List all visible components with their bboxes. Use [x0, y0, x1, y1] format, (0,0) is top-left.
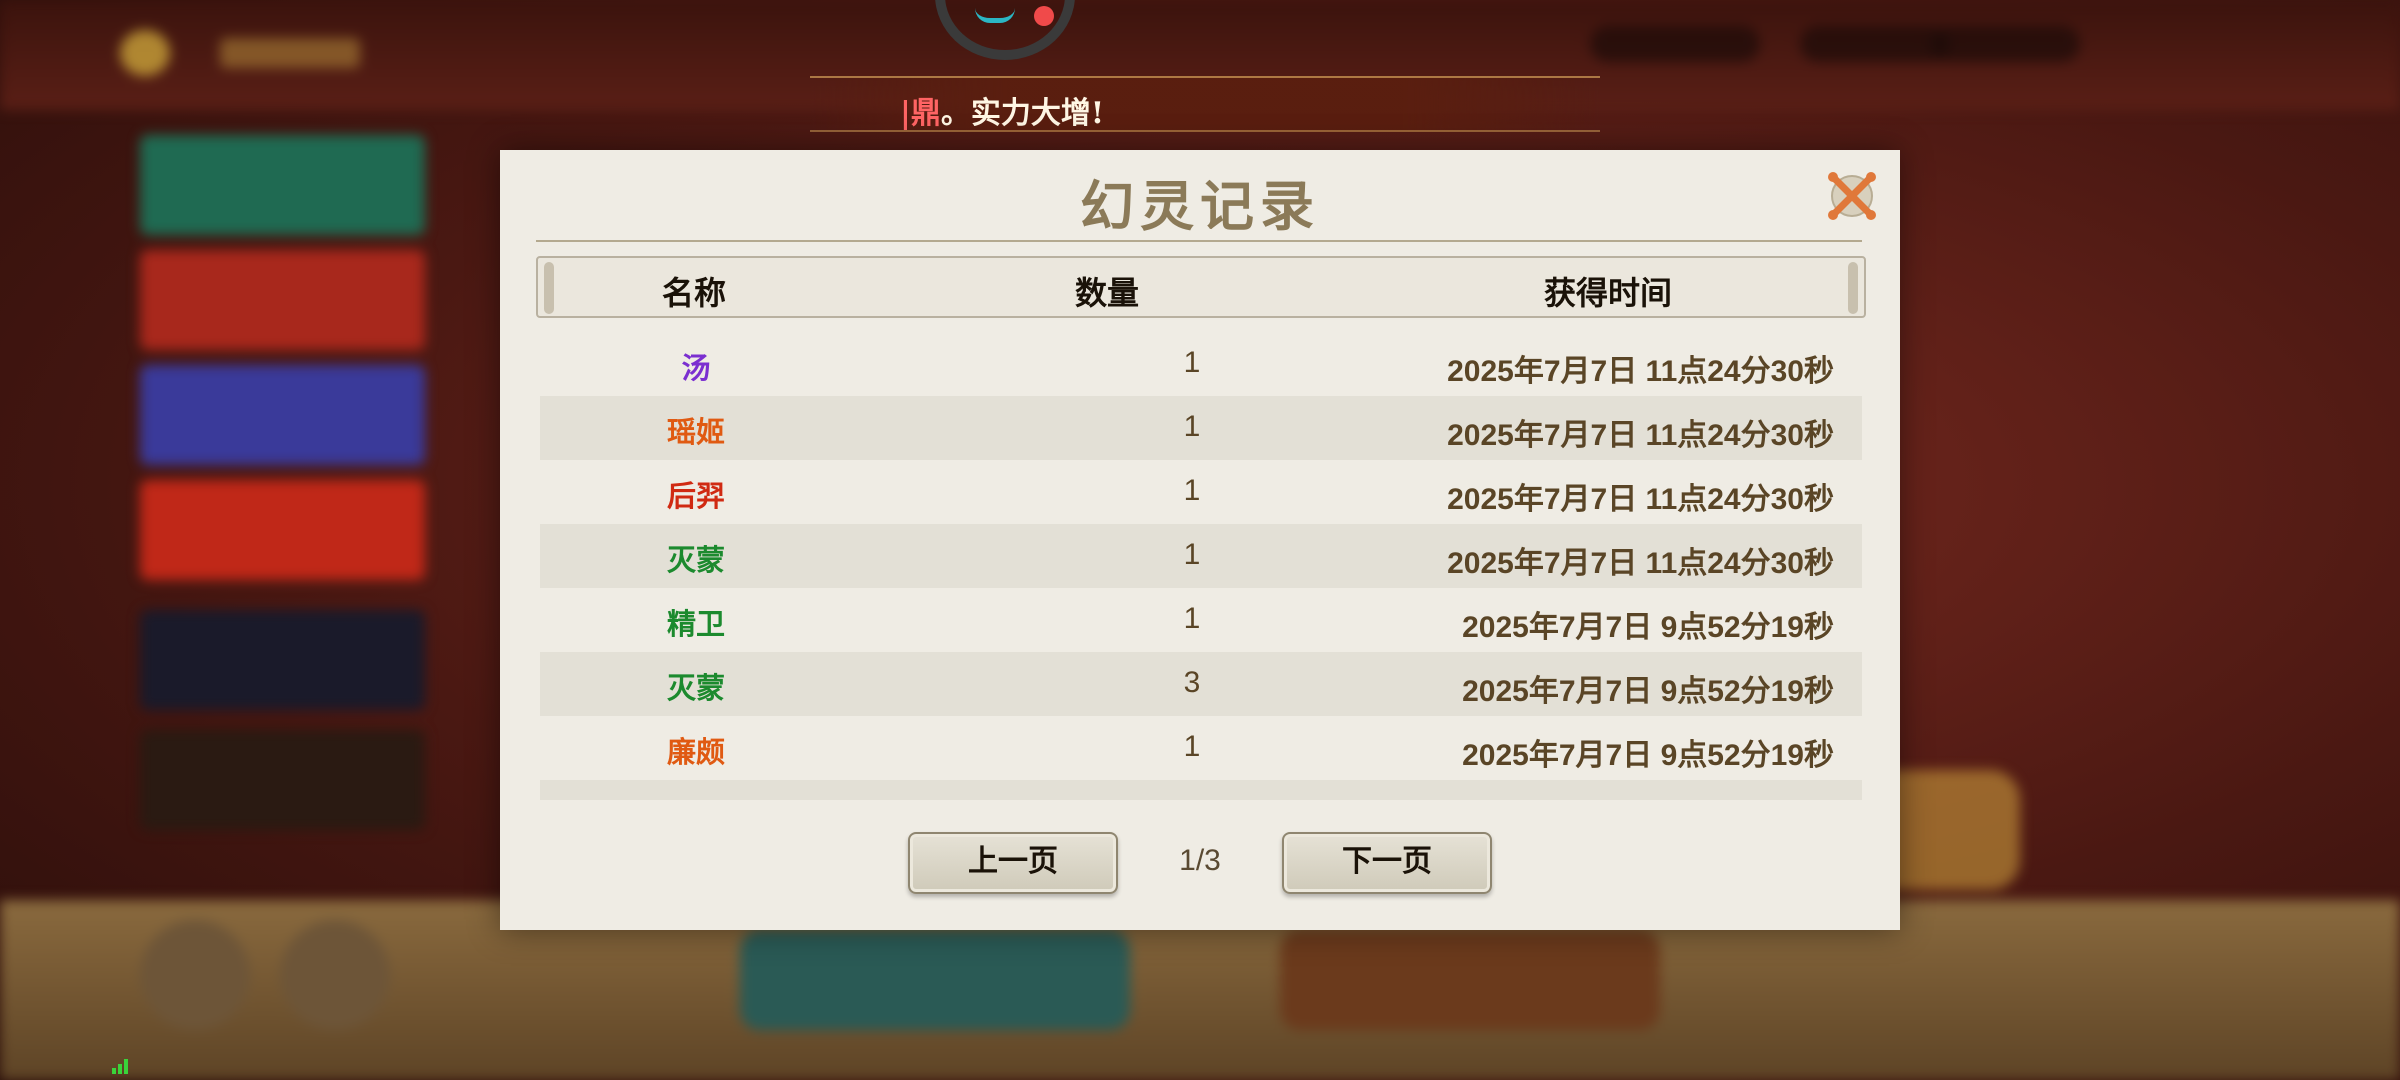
row-name: 精卫: [666, 607, 725, 641]
row-time: 2025年7月7日 11点24分30秒: [1447, 483, 1834, 516]
title-divider: [536, 240, 1862, 242]
coin-icon: [120, 30, 170, 76]
table-row: 廉颇 1 2025年7月7日 9点52分19秒: [540, 716, 1862, 780]
background-resource: [1590, 26, 1760, 62]
row-quantity: 3: [1183, 666, 1201, 699]
record-list[interactable]: 汤 1 2025年7月7日 11点24分30秒 瑶姬 1 2025年7月7日 11点24分…: [540, 332, 1862, 800]
table-row: 灭蒙 1 2025年7月7日 11点24分30秒: [540, 524, 1862, 588]
notification-dot: [1034, 6, 1054, 26]
row-quantity: 1: [1183, 474, 1201, 507]
background-avatar: [280, 920, 390, 1030]
banner-text: |鼎。实力大增!: [900, 88, 1105, 131]
row-name: 汤: [681, 351, 711, 385]
table-row: [540, 780, 1862, 800]
row-name: 瑶姬: [666, 415, 725, 449]
dialog-title: 幻灵记录: [1080, 174, 1320, 238]
column-header-quantity: 数量: [1075, 274, 1140, 312]
row-time: 2025年7月7日 11点24分30秒: [1447, 355, 1834, 388]
prev-page-button[interactable]: 上一页: [908, 832, 1118, 894]
row-quantity: 1: [1183, 730, 1201, 763]
next-page-button[interactable]: 下一页: [1282, 832, 1492, 894]
table-row: 后羿 1 2025年7月7日 11点24分30秒: [540, 460, 1862, 524]
background-resource: [1930, 26, 2080, 62]
background-card: [140, 365, 425, 465]
row-quantity: 1: [1183, 538, 1201, 571]
header-cap-right: [1848, 262, 1858, 314]
row-time: 2025年7月7日 9点52分19秒: [1462, 675, 1834, 708]
row-time: 2025年7月7日 11点24分30秒: [1447, 419, 1834, 452]
column-header-name: 名称: [662, 274, 727, 312]
background-card: [140, 135, 425, 235]
table-row: 灭蒙 3 2025年7月7日 9点52分19秒: [540, 652, 1862, 716]
close-icon: [1828, 172, 1876, 220]
background-avatar: [140, 920, 250, 1030]
row-time: 2025年7月7日 11点24分30秒: [1447, 547, 1834, 580]
table-row: 精卫 1 2025年7月7日 9点52分19秒: [540, 588, 1862, 652]
row-quantity: 1: [1183, 602, 1201, 635]
banner-message: 。实力大增!: [940, 96, 1105, 131]
row-quantity: 1: [1183, 346, 1201, 379]
background-card: [140, 250, 425, 350]
banner-highlight: |鼎: [900, 96, 941, 131]
table-header: 名称 数量 获得时间: [536, 256, 1866, 318]
background-button: [740, 930, 1130, 1030]
column-header-time: 获得时间: [1544, 274, 1673, 312]
row-quantity: 1: [1183, 410, 1201, 443]
notification-banner: |鼎。实力大增!: [810, 76, 1600, 132]
header-cap-left: [544, 262, 554, 314]
row-name: 廉颇: [666, 735, 725, 769]
background-currency: [220, 38, 360, 68]
row-name: 灭蒙: [666, 543, 725, 577]
table-row: 汤 1 2025年7月7日 11点24分30秒: [540, 332, 1862, 396]
record-dialog: 幻灵记录 名称 数量 获得时间 汤 1 2025年7月7日 11点24分30秒 瑶姬 1…: [500, 150, 1900, 930]
background-resource: [1800, 26, 1950, 62]
row-time: 2025年7月7日 9点52分19秒: [1462, 739, 1834, 772]
background-card: [140, 730, 425, 830]
row-name: 后羿: [666, 479, 725, 513]
row-name: 灭蒙: [666, 671, 725, 705]
signal-icon: [112, 1058, 132, 1074]
table-row: 瑶姬 1 2025年7月7日 11点24分30秒: [540, 396, 1862, 460]
close-button[interactable]: [1824, 168, 1880, 224]
background-card: [140, 480, 425, 580]
page-indicator: 1/3: [1179, 844, 1221, 877]
background-card: [140, 610, 425, 710]
background-button: [1280, 930, 1660, 1030]
row-time: 2025年7月7日 9点52分19秒: [1462, 611, 1834, 644]
